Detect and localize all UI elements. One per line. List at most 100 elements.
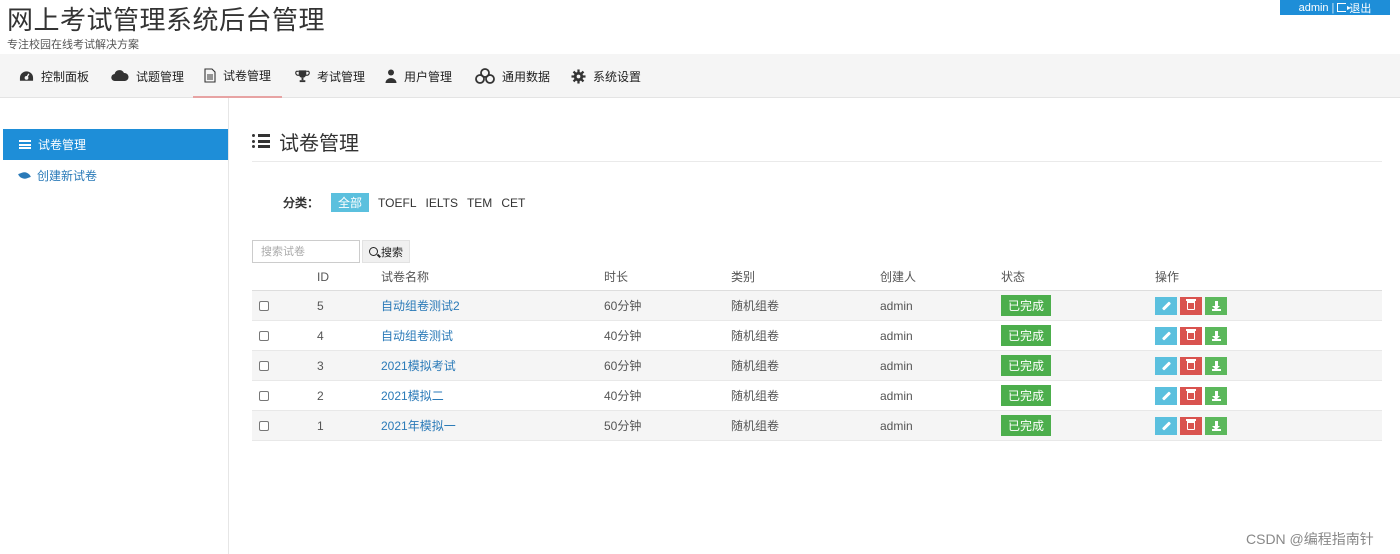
row-duration: 50分钟 xyxy=(604,419,642,433)
paper-name-link[interactable]: 2021年模拟一 xyxy=(381,417,456,434)
filter-option-cet[interactable]: CET xyxy=(501,196,525,210)
header-status: 状态 xyxy=(1001,270,1026,284)
list-icon xyxy=(252,134,270,148)
row-checkbox[interactable] xyxy=(259,330,269,341)
row-checkbox[interactable] xyxy=(259,300,269,311)
username[interactable]: admin xyxy=(1299,2,1329,14)
app-subtitle: 专注校园在线考试解决方案 xyxy=(7,39,139,51)
delete-button[interactable] xyxy=(1180,326,1202,345)
delete-button[interactable] xyxy=(1180,356,1202,375)
paper-name-link[interactable]: 自动组卷测试2 xyxy=(381,297,460,314)
status-badge: 已完成 xyxy=(1001,355,1052,376)
pencil-icon xyxy=(1161,390,1171,401)
filter-option-all[interactable]: 全部 xyxy=(331,193,370,212)
trash-icon xyxy=(1186,419,1196,430)
logout-link[interactable]: 退出 xyxy=(1349,0,1371,16)
header-id: ID xyxy=(317,269,329,284)
download-button[interactable] xyxy=(1205,416,1227,435)
edit-button[interactable] xyxy=(1155,356,1177,375)
row-duration: 40分钟 xyxy=(604,329,642,343)
nav-item-questions[interactable]: 试题管理 xyxy=(111,54,184,98)
trash-icon xyxy=(1186,359,1196,370)
edit-button[interactable] xyxy=(1155,416,1177,435)
pencil-icon xyxy=(1161,420,1171,431)
paper-name-link[interactable]: 2021模拟考试 xyxy=(381,357,456,374)
filter-option-ielts[interactable]: IELTS xyxy=(426,196,458,210)
download-icon xyxy=(1211,390,1221,401)
pencil-icon xyxy=(1161,360,1171,371)
download-icon xyxy=(1211,330,1221,341)
download-button[interactable] xyxy=(1205,356,1227,375)
trophy-icon xyxy=(295,70,310,83)
row-actions xyxy=(1155,351,1227,380)
download-button[interactable] xyxy=(1205,386,1227,405)
sidebar-item-create-paper[interactable]: 创建新试卷 xyxy=(3,160,228,191)
status-badge: 已完成 xyxy=(1001,325,1052,346)
row-duration: 40分钟 xyxy=(604,389,642,403)
paper-name-link[interactable]: 2021模拟二 xyxy=(381,387,444,404)
trash-icon xyxy=(1186,299,1196,310)
row-duration: 60分钟 xyxy=(604,299,642,313)
filter-label: 分类： xyxy=(283,196,320,210)
delete-button[interactable] xyxy=(1180,386,1202,405)
row-creator: admin xyxy=(880,418,913,433)
download-button[interactable] xyxy=(1205,296,1227,315)
row-actions xyxy=(1155,411,1227,440)
user-box: admin | 退出 xyxy=(1280,0,1390,15)
search-button[interactable]: 搜索 xyxy=(362,240,410,263)
sidebar-item-papers[interactable]: 试卷管理 xyxy=(3,129,228,160)
nav-item-exams[interactable]: 考试管理 xyxy=(295,54,365,98)
filter-option-toefl[interactable]: TOEFL xyxy=(378,196,416,210)
nav-label: 试题管理 xyxy=(136,69,185,84)
nav-label: 通用数据 xyxy=(502,69,551,84)
row-type: 随机组卷 xyxy=(731,299,780,313)
download-icon xyxy=(1211,420,1221,431)
nav-item-dashboard[interactable]: 控制面板 xyxy=(19,54,89,98)
search-input[interactable] xyxy=(252,240,360,263)
row-checkbox[interactable] xyxy=(259,360,269,371)
row-checkbox[interactable] xyxy=(259,390,269,401)
search-button-label: 搜索 xyxy=(381,246,403,259)
row-actions xyxy=(1155,381,1227,410)
row-type: 随机组卷 xyxy=(731,329,780,343)
user-separator: | xyxy=(1331,1,1335,14)
logout-icon[interactable] xyxy=(1337,3,1352,12)
nav-item-users[interactable]: 用户管理 xyxy=(385,54,452,98)
nav-item-settings[interactable]: 系统设置 xyxy=(571,54,641,98)
table-row: 1 2021年模拟一 50分钟 随机组卷 admin 已完成 xyxy=(252,411,1382,441)
row-creator: admin xyxy=(880,388,913,403)
download-button[interactable] xyxy=(1205,326,1227,345)
pencil-icon xyxy=(1161,330,1171,341)
sidebar-item-label: 试卷管理 xyxy=(38,138,87,152)
delete-button[interactable] xyxy=(1180,416,1202,435)
gear-icon xyxy=(571,68,586,84)
row-id: 3 xyxy=(317,358,324,373)
row-creator: admin xyxy=(880,358,913,373)
table-header: ID 试卷名称 时长 类别 创建人 状态 操作 xyxy=(252,263,1382,291)
sidebar-item-label: 创建新试卷 xyxy=(37,169,98,183)
status-badge: 已完成 xyxy=(1001,385,1052,406)
main-content: 试卷管理 分类： 全部 TOEFL IELTS TEM CET 搜索 ID 试卷… xyxy=(252,98,1382,554)
header-name: 试卷名称 xyxy=(381,270,430,284)
nav-label: 控制面板 xyxy=(41,69,90,84)
header-duration: 时长 xyxy=(604,270,629,284)
status-badge: 已完成 xyxy=(1001,415,1052,436)
filter-option-tem[interactable]: TEM xyxy=(467,196,492,210)
header-creator: 创建人 xyxy=(880,270,917,284)
row-actions xyxy=(1155,291,1227,320)
nav-label: 试卷管理 xyxy=(223,68,272,83)
nav-item-papers[interactable]: 试卷管理 xyxy=(193,54,283,98)
nav-item-common-data[interactable]: 通用数据 xyxy=(475,54,550,98)
edit-button[interactable] xyxy=(1155,386,1177,405)
pencil-icon xyxy=(1161,300,1171,311)
trash-icon xyxy=(1186,329,1196,340)
app-title: 网上考试管理系统后台管理 xyxy=(7,5,326,35)
paper-name-link[interactable]: 自动组卷测试 xyxy=(381,327,453,344)
edit-button[interactable] xyxy=(1155,296,1177,315)
table-row: 3 2021模拟考试 60分钟 随机组卷 admin 已完成 xyxy=(252,351,1382,381)
delete-button[interactable] xyxy=(1180,296,1202,315)
file-icon xyxy=(204,67,216,83)
edit-button[interactable] xyxy=(1155,326,1177,345)
row-id: 5 xyxy=(317,298,324,313)
row-checkbox[interactable] xyxy=(259,420,269,431)
